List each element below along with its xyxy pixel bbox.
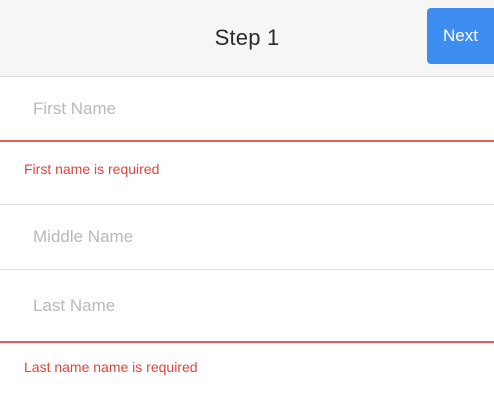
page-title: Step 1 [214, 25, 280, 50]
next-button[interactable]: Next [427, 8, 494, 64]
step-form-screen: Step 1 Next First name is required Last … [0, 0, 494, 409]
last-name-error: Last name name is required [24, 359, 198, 375]
first-name-row [0, 77, 494, 142]
nav-header: Step 1 Next [0, 0, 494, 77]
last-name-field[interactable] [0, 270, 494, 341]
middle-name-field[interactable] [0, 205, 494, 269]
first-name-error: First name is required [24, 161, 160, 177]
last-name-row [0, 270, 494, 343]
first-name-field[interactable] [0, 77, 494, 140]
middle-name-row [0, 204, 494, 270]
